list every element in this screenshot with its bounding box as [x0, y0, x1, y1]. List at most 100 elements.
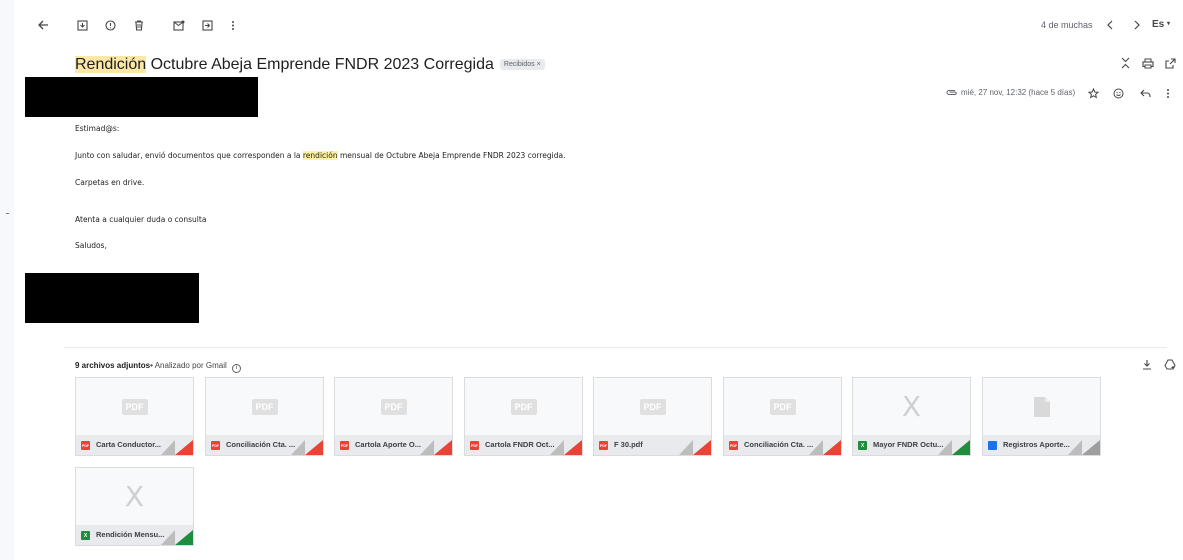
- body-line-4: Saludos,: [75, 241, 107, 250]
- redacted-sender: [25, 77, 258, 117]
- attachment-type-corner: [823, 440, 841, 455]
- message-count: 4 de muchas: [1041, 20, 1093, 30]
- attachment-corner-fold: [1068, 440, 1082, 455]
- left-edge-strip: [0, 0, 14, 560]
- attachment-preview: PDF: [724, 378, 841, 435]
- pdf-file-icon: PDF: [729, 441, 738, 450]
- attachment-corner-fold: [420, 440, 434, 455]
- download-all-icon[interactable]: [1140, 357, 1154, 371]
- attachment-card[interactable]: PDF PDF Cartola Aporte O...: [334, 377, 453, 456]
- attachment-name: Registros Aporte...: [1003, 440, 1070, 449]
- prev-message-icon[interactable]: [1104, 18, 1116, 32]
- attachment-name: Cartola Aporte O...: [355, 440, 421, 449]
- attachment-corner-fold: [291, 440, 305, 455]
- sheets-file-icon: X: [81, 531, 90, 540]
- attachment-name: F 30.pdf: [614, 440, 643, 449]
- attachment-type-corner: [434, 440, 452, 455]
- attachment-preview: PDF: [206, 378, 323, 435]
- add-to-drive-icon[interactable]: [1163, 357, 1177, 371]
- body-line-1-before: Junto con saludar, envió documentos que …: [75, 151, 303, 160]
- pdf-preview-icon: PDF: [639, 398, 666, 415]
- lang-label: Es: [1152, 19, 1165, 30]
- attachments-divider: [64, 347, 1167, 348]
- attachment-preview: [983, 378, 1100, 435]
- attachment-type-corner: [175, 440, 193, 455]
- message-date: mié, 27 nov, 12:32 (hace 5 días): [961, 88, 1076, 97]
- attachment-card[interactable]: PDF PDF Carta Conductor...: [75, 377, 194, 456]
- attachment-card[interactable]: PDF PDF Conciliación Cta. ...: [205, 377, 324, 456]
- attachment-corner-fold: [161, 530, 175, 545]
- report-spam-icon[interactable]: [103, 18, 117, 32]
- attachment-type-corner: [175, 530, 193, 545]
- attachment-card[interactable]: X X Mayor FNDR Octu...: [852, 377, 971, 456]
- sheet-preview-icon: X: [124, 480, 145, 513]
- pdf-preview-icon: PDF: [121, 398, 148, 415]
- attachment-corner-fold: [161, 440, 175, 455]
- print-icon[interactable]: [1141, 56, 1155, 70]
- input-tools-language[interactable]: Es ▾: [1152, 19, 1170, 30]
- pdf-file-icon: PDF: [599, 441, 608, 450]
- star-icon[interactable]: [1086, 86, 1100, 100]
- body-line-3: Atenta a cualquier duda o consulta: [75, 215, 207, 224]
- open-new-window-icon[interactable]: [1163, 56, 1177, 70]
- attachment-card[interactable]: PDF PDF Conciliación Cta. ...: [723, 377, 842, 456]
- attachments-count: 9 archivos adjuntos: [75, 361, 151, 370]
- doc-preview-icon: [1033, 396, 1050, 417]
- left-edge-mark: [6, 213, 9, 214]
- attachment-preview: X: [853, 378, 970, 435]
- attachment-clip-icon: [945, 86, 957, 98]
- subject-highlight: Rendición: [75, 56, 147, 73]
- subject-text: Octubre Abeja Emprende FNDR 2023 Corregi…: [146, 56, 494, 73]
- attachment-preview: X: [76, 468, 193, 525]
- archive-icon[interactable]: [75, 18, 89, 32]
- attachment-type-corner: [693, 440, 711, 455]
- pdf-preview-icon: PDF: [251, 398, 278, 415]
- pdf-file-icon: PDF: [340, 441, 349, 450]
- attachment-name: Rendición Mensu...: [96, 530, 165, 539]
- attachment-name: Mayor FNDR Octu...: [873, 440, 944, 449]
- body-greeting: Estimad@s:: [75, 124, 120, 133]
- email-subject: Rendición Octubre Abeja Emprende FNDR 20…: [75, 56, 545, 74]
- mark-unread-icon[interactable]: [172, 18, 186, 32]
- reply-icon[interactable]: [1138, 86, 1152, 100]
- attachment-corner-fold: [938, 440, 952, 455]
- attachment-type-corner: [564, 440, 582, 455]
- move-to-icon[interactable]: [200, 18, 214, 32]
- pdf-preview-icon: PDF: [380, 398, 407, 415]
- attachments-header: 9 archivos adjuntos• Analizado por Gmail…: [75, 361, 241, 373]
- emoji-reaction-icon[interactable]: [1111, 86, 1125, 100]
- redacted-signature: [25, 273, 199, 323]
- next-message-icon[interactable]: [1130, 18, 1142, 32]
- pdf-preview-icon: PDF: [510, 398, 537, 415]
- body-line-1: Junto con saludar, envió documentos que …: [75, 151, 566, 160]
- attachment-corner-fold: [809, 440, 823, 455]
- back-arrow-icon[interactable]: [36, 18, 50, 32]
- pdf-file-icon: PDF: [211, 441, 220, 450]
- sheets-file-icon: X: [858, 441, 867, 450]
- attachments-scan-label: • Analizado por Gmail: [150, 361, 227, 370]
- inbox-label-chip[interactable]: Recibidos ×: [499, 59, 545, 70]
- docs-file-icon: [988, 441, 997, 450]
- more-vert-icon[interactable]: [228, 18, 238, 32]
- expand-all-icon[interactable]: [1118, 56, 1132, 70]
- attachment-type-corner: [1082, 440, 1100, 455]
- info-icon[interactable]: i: [232, 364, 241, 373]
- pdf-file-icon: PDF: [81, 441, 90, 450]
- attachment-card[interactable]: PDF PDF F 30.pdf: [593, 377, 712, 456]
- attachment-name: Carta Conductor...: [96, 440, 162, 449]
- attachment-name: Conciliación Cta. ...: [744, 440, 814, 449]
- pdf-preview-icon: PDF: [769, 398, 796, 415]
- attachment-card[interactable]: PDF PDF Cartola FNDR Oct...: [464, 377, 583, 456]
- attachment-corner-fold: [679, 440, 693, 455]
- attachment-card[interactable]: Registros Aporte...: [982, 377, 1101, 456]
- sheet-preview-icon: X: [901, 390, 922, 423]
- body-line-2: Carpetas en drive.: [75, 178, 145, 187]
- more-options-icon[interactable]: [1163, 86, 1173, 100]
- body-line-1-highlight: rendición: [302, 151, 338, 160]
- attachment-type-corner: [952, 440, 970, 455]
- attachment-name: Cartola FNDR Oct...: [485, 440, 555, 449]
- attachment-type-corner: [305, 440, 323, 455]
- attachment-preview: PDF: [465, 378, 582, 435]
- delete-icon[interactable]: [132, 18, 146, 32]
- attachment-card[interactable]: X X Rendición Mensu...: [75, 467, 194, 546]
